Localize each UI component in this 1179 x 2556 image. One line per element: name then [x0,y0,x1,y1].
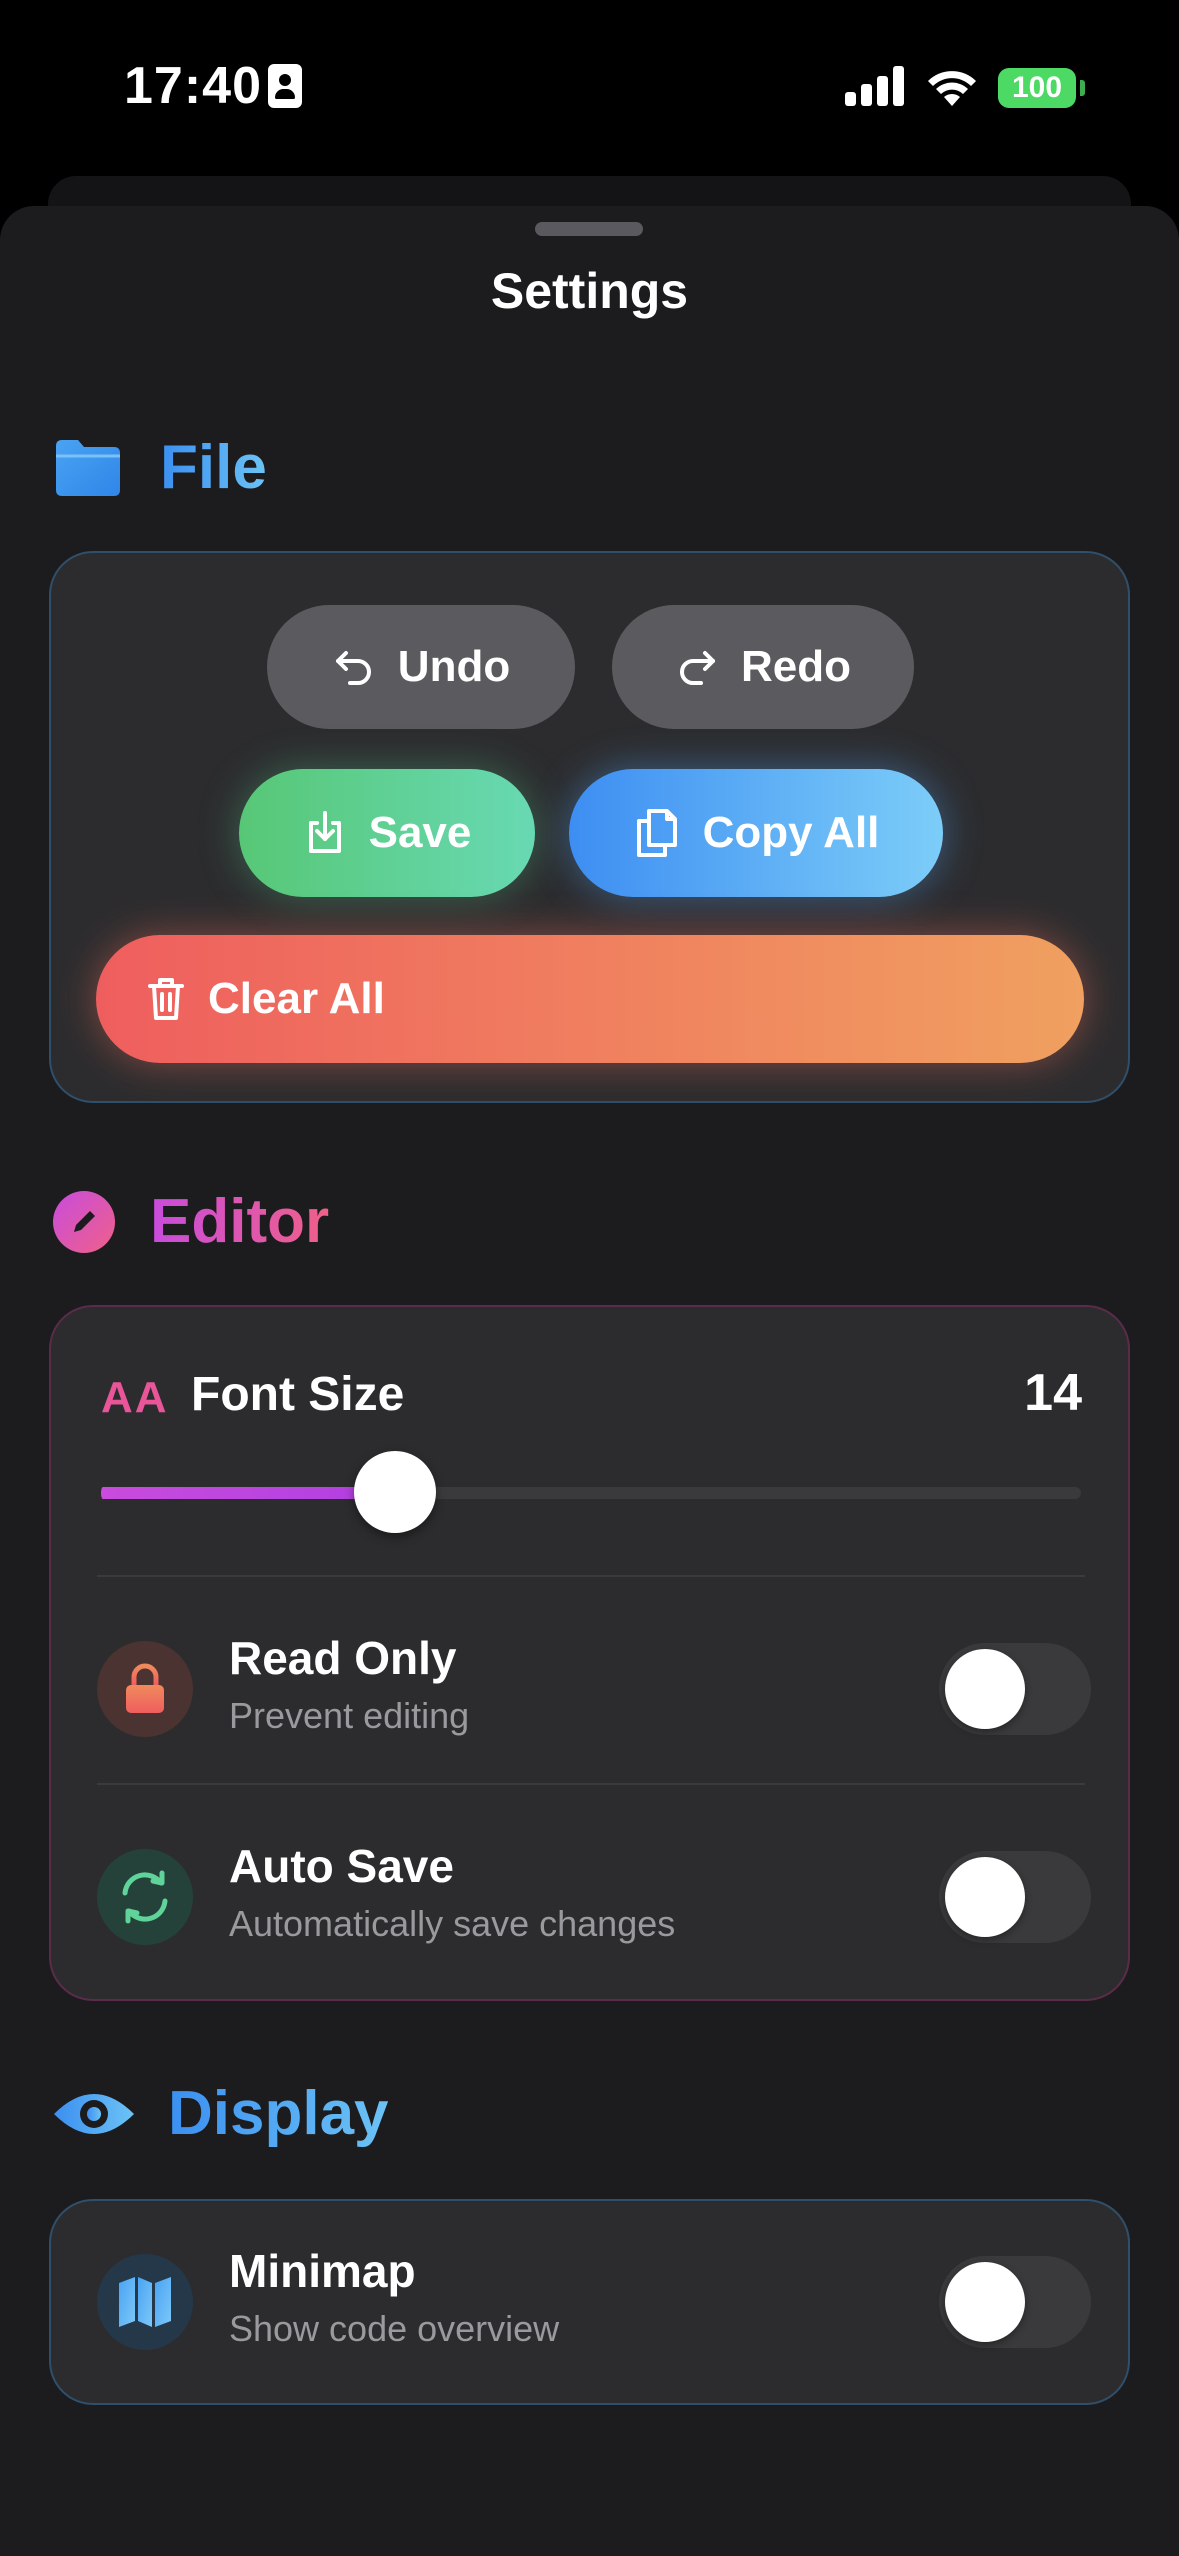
minimap-title: Minimap [229,2245,416,2297]
sync-arrows-icon [122,1870,168,1924]
divider [97,1783,1085,1785]
save-button[interactable]: Save [239,769,535,897]
lock-icon [126,1663,164,1713]
editor-section-title: Editor [150,1187,330,1256]
auto-save-icon-badge [97,1849,193,1945]
status-bar: 17:40 100 [0,0,1179,176]
display-section-header: Display [52,2078,389,2149]
undo-arrow-icon [335,651,371,685]
redo-label: Redo [741,642,851,691]
font-size-label: Font Size [191,1368,405,1421]
toggle-knob [945,1649,1025,1729]
toggle-knob [945,2262,1025,2342]
file-section-title: File [160,433,267,502]
read-only-icon-badge [97,1641,193,1737]
wifi-icon [928,71,976,106]
contact-card-icon [268,64,302,108]
copy-all-label: Copy All [702,808,880,857]
minimap-subtitle: Show code overview [229,2308,560,2349]
redo-button[interactable]: Redo [612,605,914,729]
minimap-icon-badge [97,2254,193,2350]
folder-icon [56,439,120,496]
read-only-toggle[interactable] [939,1643,1091,1735]
sheet-title: Settings [490,263,689,319]
download-tray-icon [308,811,341,853]
editor-section-header: Editor [52,1186,329,1257]
file-card: Undo Redo Save Copy All Clear All [49,551,1130,1103]
redo-arrow-icon [680,651,715,685]
pencil-icon [53,1190,115,1253]
copy-all-button[interactable]: Copy All [569,769,943,897]
font-size-slider-knob[interactable] [354,1451,436,1533]
sheet-grabber[interactable] [535,222,643,236]
undo-button[interactable]: Undo [267,605,575,729]
font-size-icon: AA [101,1373,169,1422]
font-size-slider-fill [101,1487,395,1499]
editor-card: AA Font Size 14 Read Only Prevent editin… [49,1305,1130,2001]
display-section-title: Display [168,2079,389,2148]
font-size-value: 14 [1024,1364,1082,1422]
clear-all-button[interactable]: Clear All [96,935,1084,1063]
clear-all-label: Clear All [208,974,385,1023]
toggle-knob [945,1857,1025,1937]
font-size-slider[interactable] [101,1487,1081,1499]
cellular-signal-icon [845,66,905,106]
eye-icon [54,2093,134,2134]
trash-icon [148,978,184,1020]
display-card: Minimap Show code overview [49,2199,1130,2405]
auto-save-toggle[interactable] [939,1851,1091,1943]
undo-label: Undo [397,642,511,691]
minimap-toggle[interactable] [939,2256,1091,2348]
battery-tip [1080,80,1085,96]
read-only-subtitle: Prevent editing [229,1695,470,1736]
copy-documents-icon [636,809,677,857]
battery-icon: 100 [998,68,1076,108]
auto-save-subtitle: Automatically save changes [229,1903,676,1944]
status-time: 17:40 [124,57,262,115]
read-only-title: Read Only [229,1632,457,1684]
save-label: Save [368,808,472,857]
settings-sheet: Settings File Undo Redo Save Copy All Cl… [0,206,1179,2556]
file-section-header: File [52,432,267,503]
map-icon [119,2277,171,2327]
divider [97,1575,1085,1577]
auto-save-title: Auto Save [229,1840,454,1892]
